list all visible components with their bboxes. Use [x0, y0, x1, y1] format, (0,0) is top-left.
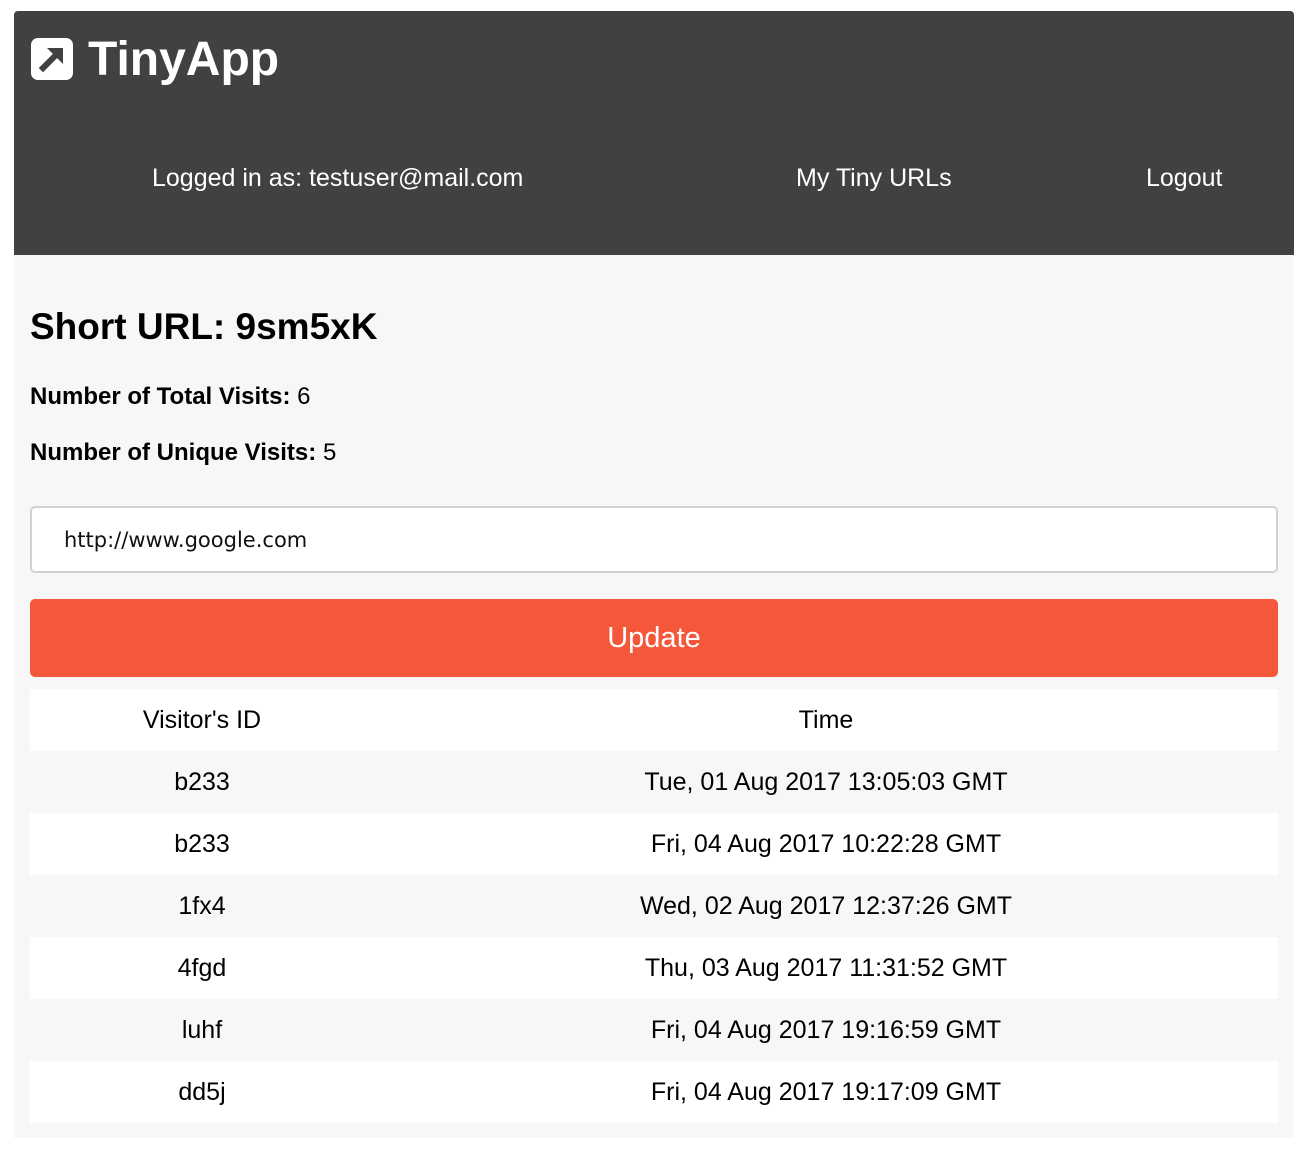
visit-time-cell: Fri, 04 Aug 2017 19:17:09 GMT — [650, 1077, 1002, 1106]
page-title: Short URL: 9sm5xK — [30, 306, 378, 347]
table-row: dd5j Fri, 04 Aug 2017 19:17:09 GMT — [30, 1061, 1278, 1123]
table-row: b233 Fri, 04 Aug 2017 10:22:28 GMT — [30, 813, 1278, 875]
visit-time-cell: Fri, 04 Aug 2017 19:16:59 GMT — [650, 1015, 1002, 1044]
unique-visits: Number of Unique Visits: 5 — [30, 438, 336, 468]
visitor-id-cell: b233 — [174, 767, 230, 796]
visitor-id-cell: luhf — [181, 1015, 223, 1044]
total-visits-label: Number of Total Visits: — [30, 383, 291, 410]
visitor-id-cell: 4fgd — [177, 953, 227, 982]
my-tiny-urls-link[interactable]: My Tiny URLs — [796, 161, 952, 195]
visit-time-cell: Tue, 01 Aug 2017 13:05:03 GMT — [644, 767, 1008, 796]
visits-table: Visitor's ID Time b233 Tue, 01 Aug 2017 … — [30, 689, 1278, 1123]
table-header-row: Visitor's ID Time — [30, 689, 1278, 751]
visitor-id-cell: b233 — [174, 829, 230, 858]
unique-visits-value: 5 — [322, 439, 337, 466]
long-url-input[interactable] — [30, 506, 1278, 573]
visit-time-cell: Wed, 02 Aug 2017 12:37:26 GMT — [639, 891, 1012, 920]
visit-time-cell: Fri, 04 Aug 2017 10:22:28 GMT — [650, 829, 1002, 858]
table-row: luhf Fri, 04 Aug 2017 19:16:59 GMT — [30, 999, 1278, 1061]
table-row: 1fx4 Wed, 02 Aug 2017 12:37:26 GMT — [30, 875, 1278, 937]
update-button[interactable]: Update — [30, 599, 1278, 677]
visit-time-cell: Thu, 03 Aug 2017 11:31:52 GMT — [644, 953, 1008, 982]
navbar: TinyApp Logged in as: testuser@mail.com … — [14, 11, 1294, 255]
brand-name: TinyApp — [88, 32, 280, 86]
column-header-time: Time — [798, 705, 854, 734]
brand-link[interactable]: TinyApp — [30, 31, 279, 87]
total-visits: Number of Total Visits: 6 — [30, 382, 311, 412]
table-row: b233 Tue, 01 Aug 2017 13:05:03 GMT — [30, 751, 1278, 813]
table-row: 4fgd Thu, 03 Aug 2017 11:31:52 GMT — [30, 937, 1278, 999]
logged-in-user-text: Logged in as: testuser@mail.com — [152, 164, 524, 192]
page-frame: TinyApp Logged in as: testuser@mail.com … — [14, 11, 1294, 1138]
external-link-icon — [31, 38, 73, 80]
unique-visits-label: Number of Unique Visits: — [30, 439, 317, 466]
visitor-id-cell: 1fx4 — [178, 891, 226, 920]
total-visits-value: 6 — [297, 383, 311, 410]
visitor-id-cell: dd5j — [178, 1077, 226, 1106]
logout-link[interactable]: Logout — [1146, 161, 1222, 195]
column-header-visitor-id: Visitor's ID — [142, 705, 262, 734]
